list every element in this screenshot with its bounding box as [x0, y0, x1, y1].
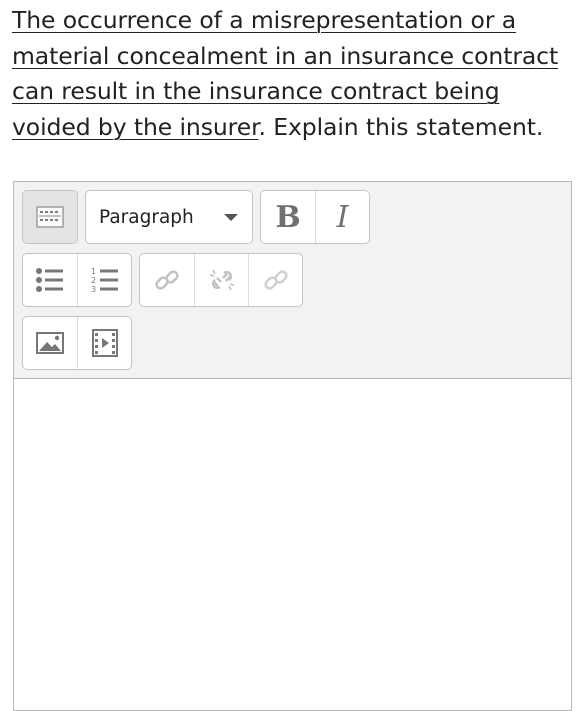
bold-icon: B	[275, 199, 301, 235]
editor-toolbar: Paragraph B I 1 2 3	[14, 182, 571, 379]
toolbar-group-media	[22, 316, 132, 370]
svg-text:1: 1	[91, 267, 96, 276]
link-button[interactable]	[140, 254, 194, 306]
video-icon	[91, 329, 118, 357]
toolbar-group-format: Paragraph	[85, 190, 253, 244]
chevron-down-icon	[224, 213, 238, 221]
italic-button[interactable]: I	[315, 191, 369, 243]
image-icon	[36, 332, 64, 354]
ordered-list-button[interactable]: 123	[77, 254, 131, 306]
toolbar-toggle-icon	[36, 206, 64, 228]
manage-links-button[interactable]	[248, 254, 302, 306]
editor-content-area[interactable]	[14, 379, 571, 709]
toolbar-group-collapse	[22, 190, 78, 244]
unlink-icon	[209, 269, 234, 291]
insert-media-button[interactable]	[77, 317, 131, 369]
insert-image-button[interactable]	[23, 317, 77, 369]
bullet-list-icon	[36, 268, 63, 292]
paragraph-format-label: Paragraph	[99, 206, 194, 228]
toolbar-group-lists: 123	[22, 253, 132, 307]
italic-icon: I	[336, 199, 349, 235]
svg-text:3: 3	[91, 285, 96, 294]
link-settings-icon	[263, 270, 288, 290]
svg-text:2: 2	[91, 276, 96, 285]
text-editor: Paragraph B I 1 2 3	[13, 181, 572, 711]
unlink-button[interactable]	[194, 254, 248, 306]
question-text: The occurrence of a misrepresentation or…	[12, 3, 574, 145]
numbered-list-icon: 123	[91, 267, 118, 294]
bold-button[interactable]: B	[261, 191, 315, 243]
paragraph-format-select[interactable]: Paragraph	[86, 191, 252, 243]
toolbar-group-style: B I	[260, 190, 370, 244]
question-trailing-text: . Explain this statement.	[258, 112, 544, 141]
show-more-buttons-button[interactable]	[23, 191, 77, 243]
link-icon	[155, 270, 179, 290]
toolbar-group-links	[139, 253, 303, 307]
unordered-list-button[interactable]	[23, 254, 77, 306]
